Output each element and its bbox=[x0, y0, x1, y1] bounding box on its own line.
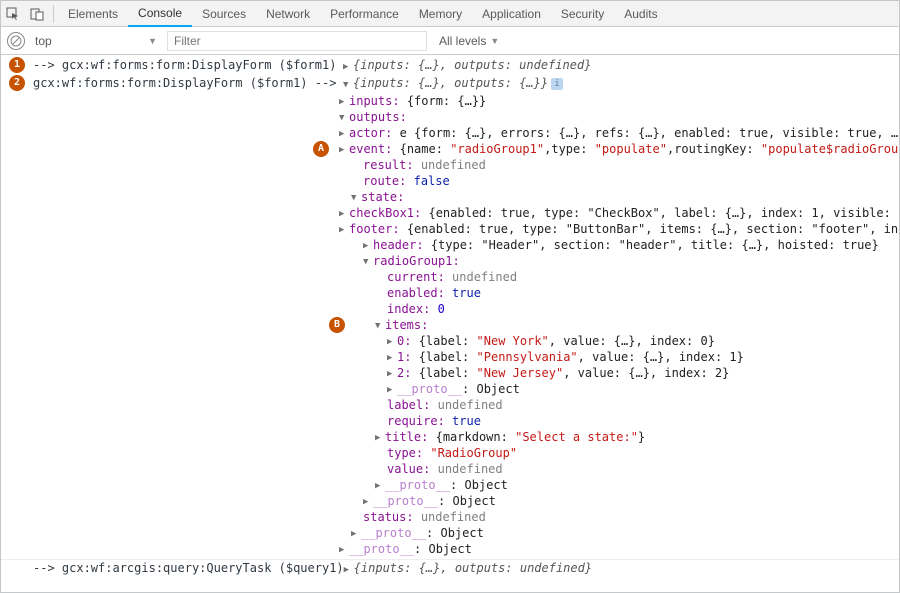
tab-application[interactable]: Application bbox=[472, 1, 551, 27]
callout-1: 1 bbox=[9, 57, 25, 73]
chevron-down-icon: ▼ bbox=[148, 36, 157, 46]
collapse-icon[interactable] bbox=[343, 76, 353, 90]
collapse-icon[interactable] bbox=[375, 316, 385, 334]
context-label: top bbox=[35, 34, 52, 48]
tab-elements[interactable]: Elements bbox=[58, 1, 128, 27]
log-row: 2 gcx:wf:forms:form:DisplayForm ($form1)… bbox=[1, 75, 899, 93]
context-selector[interactable]: top ▼ bbox=[31, 34, 161, 48]
levels-label: All levels bbox=[439, 34, 486, 48]
tab-security[interactable]: Security bbox=[551, 1, 614, 27]
expand-icon[interactable] bbox=[375, 476, 385, 494]
tab-network[interactable]: Network bbox=[256, 1, 320, 27]
divider bbox=[53, 5, 54, 23]
log-message: --> gcx:wf:arcgis:query:QueryTask ($quer… bbox=[33, 560, 344, 576]
callout-2: 2 bbox=[9, 75, 25, 91]
expand-icon[interactable] bbox=[363, 492, 373, 510]
filter-input[interactable] bbox=[167, 31, 427, 51]
tab-memory[interactable]: Memory bbox=[409, 1, 472, 27]
console-output: 1 --> gcx:wf:forms:form:DisplayForm ($fo… bbox=[1, 55, 899, 592]
devtools-tabbar: Elements Console Sources Network Perform… bbox=[1, 1, 899, 27]
expand-icon[interactable] bbox=[351, 524, 361, 542]
object-tree: inputs: {form: {…}} outputs: actor: e {f… bbox=[339, 93, 899, 557]
expand-icon[interactable] bbox=[339, 220, 349, 238]
expand-icon[interactable] bbox=[375, 428, 385, 446]
log-message: gcx:wf:forms:form:DisplayForm ($form1) -… bbox=[33, 75, 343, 91]
info-icon[interactable]: i bbox=[551, 78, 563, 90]
callout-A: A bbox=[313, 141, 329, 157]
log-object[interactable]: {inputs: {…}, outputs: {…}}i bbox=[343, 75, 895, 93]
expand-icon[interactable] bbox=[339, 540, 349, 558]
expand-icon[interactable] bbox=[339, 140, 349, 158]
log-row: --> gcx:wf:arcgis:query:QueryTask ($quer… bbox=[1, 559, 899, 578]
expand-icon[interactable] bbox=[343, 58, 353, 72]
collapse-icon[interactable] bbox=[363, 252, 373, 270]
callout-B: B bbox=[329, 317, 345, 333]
log-object[interactable]: {inputs: {…}, outputs: undefined} bbox=[343, 57, 895, 75]
tab-audits[interactable]: Audits bbox=[614, 1, 667, 27]
expand-icon[interactable] bbox=[387, 380, 397, 398]
log-row: 1 --> gcx:wf:forms:form:DisplayForm ($fo… bbox=[1, 57, 899, 75]
console-filterbar: top ▼ All levels ▼ bbox=[1, 27, 899, 55]
log-object[interactable]: {inputs: {…}, outputs: undefined} bbox=[344, 560, 895, 578]
tab-performance[interactable]: Performance bbox=[320, 1, 409, 27]
log-message: --> gcx:wf:forms:form:DisplayForm ($form… bbox=[33, 57, 343, 73]
chevron-down-icon: ▼ bbox=[490, 36, 499, 46]
tab-console[interactable]: Console bbox=[128, 1, 192, 27]
collapse-icon[interactable] bbox=[351, 188, 361, 206]
expand-icon[interactable] bbox=[344, 561, 354, 575]
inspect-icon[interactable] bbox=[1, 2, 25, 26]
clear-console-icon[interactable] bbox=[7, 32, 25, 50]
log-levels-selector[interactable]: All levels ▼ bbox=[439, 34, 499, 48]
tab-sources[interactable]: Sources bbox=[192, 1, 256, 27]
device-toggle-icon[interactable] bbox=[25, 2, 49, 26]
